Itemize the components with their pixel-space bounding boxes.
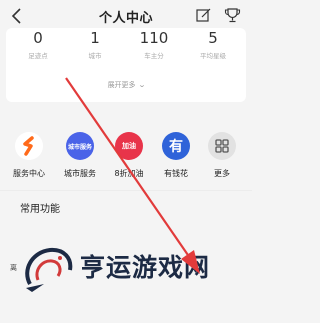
stat-label: 平均星级 xyxy=(200,52,226,60)
trophy-icon[interactable] xyxy=(224,7,241,24)
dragon-logo-icon xyxy=(25,247,73,292)
service-grid: 服务中心 城市服务 城市服务 加油 8折加油 有 有钱花 更多 xyxy=(0,132,252,192)
service-label: 有钱花 xyxy=(164,169,188,178)
service-label: 服务中心 xyxy=(13,169,45,178)
stat-value: 1 xyxy=(90,29,100,47)
stat-cities[interactable]: 1 城市 xyxy=(71,28,119,60)
grid-more-icon xyxy=(208,132,236,160)
fuel-discount-icon: 加油 xyxy=(115,132,143,160)
chevron-down-icon: ⌄ xyxy=(137,81,146,89)
service-label: 8折加油 xyxy=(114,169,144,178)
page-title: 个人中心 xyxy=(98,11,153,26)
city-service-icon: 城市服务 xyxy=(66,132,94,160)
stat-footprints[interactable]: 0 足迹点 xyxy=(14,28,62,60)
service-label: 城市服务 xyxy=(64,169,96,178)
stat-label: 足迹点 xyxy=(28,52,48,60)
service-item-youqianhua[interactable]: 有 有钱花 xyxy=(151,132,201,179)
service-item-service-center[interactable]: 服务中心 xyxy=(4,132,54,179)
stat-label: 城市 xyxy=(88,52,102,60)
stat-value: 110 xyxy=(139,29,169,47)
youqianhua-icon-text: 有 xyxy=(169,139,183,155)
watermark: 亨运游戏网 xyxy=(20,238,250,298)
service-item-fuel-discount[interactable]: 加油 8折加油 xyxy=(104,132,154,179)
stat-value: 0 xyxy=(33,29,43,47)
service-label: 更多 xyxy=(214,169,230,178)
service-center-icon xyxy=(15,132,43,160)
expand-more-label: 展开更多 xyxy=(107,81,136,89)
watermark-text: 亨运游戏网 xyxy=(80,253,211,282)
city-service-icon-text: 城市服务 xyxy=(67,143,92,151)
service-item-more[interactable]: 更多 xyxy=(197,132,247,179)
section-divider xyxy=(0,190,252,191)
stat-owner-score[interactable]: 110 车主分 xyxy=(130,28,178,60)
edit-icon[interactable] xyxy=(196,8,211,23)
stat-average-rating[interactable]: 5 平均星级 xyxy=(189,28,237,60)
list-item-label[interactable]: 离 xyxy=(10,263,17,273)
fuel-icon-text: 加油 xyxy=(122,142,136,150)
youqianhua-icon: 有 xyxy=(162,132,190,160)
stat-label: 车主分 xyxy=(144,52,164,60)
service-item-city-service[interactable]: 城市服务 城市服务 xyxy=(55,132,105,179)
expand-more-button[interactable]: 展开更多 ⌄ xyxy=(6,80,246,90)
section-title: 常用功能 xyxy=(20,204,60,215)
stats-card: 0 足迹点 1 城市 110 车主分 5 平均星级 展开更多 ⌄ xyxy=(6,28,246,102)
stat-value: 5 xyxy=(208,29,218,47)
